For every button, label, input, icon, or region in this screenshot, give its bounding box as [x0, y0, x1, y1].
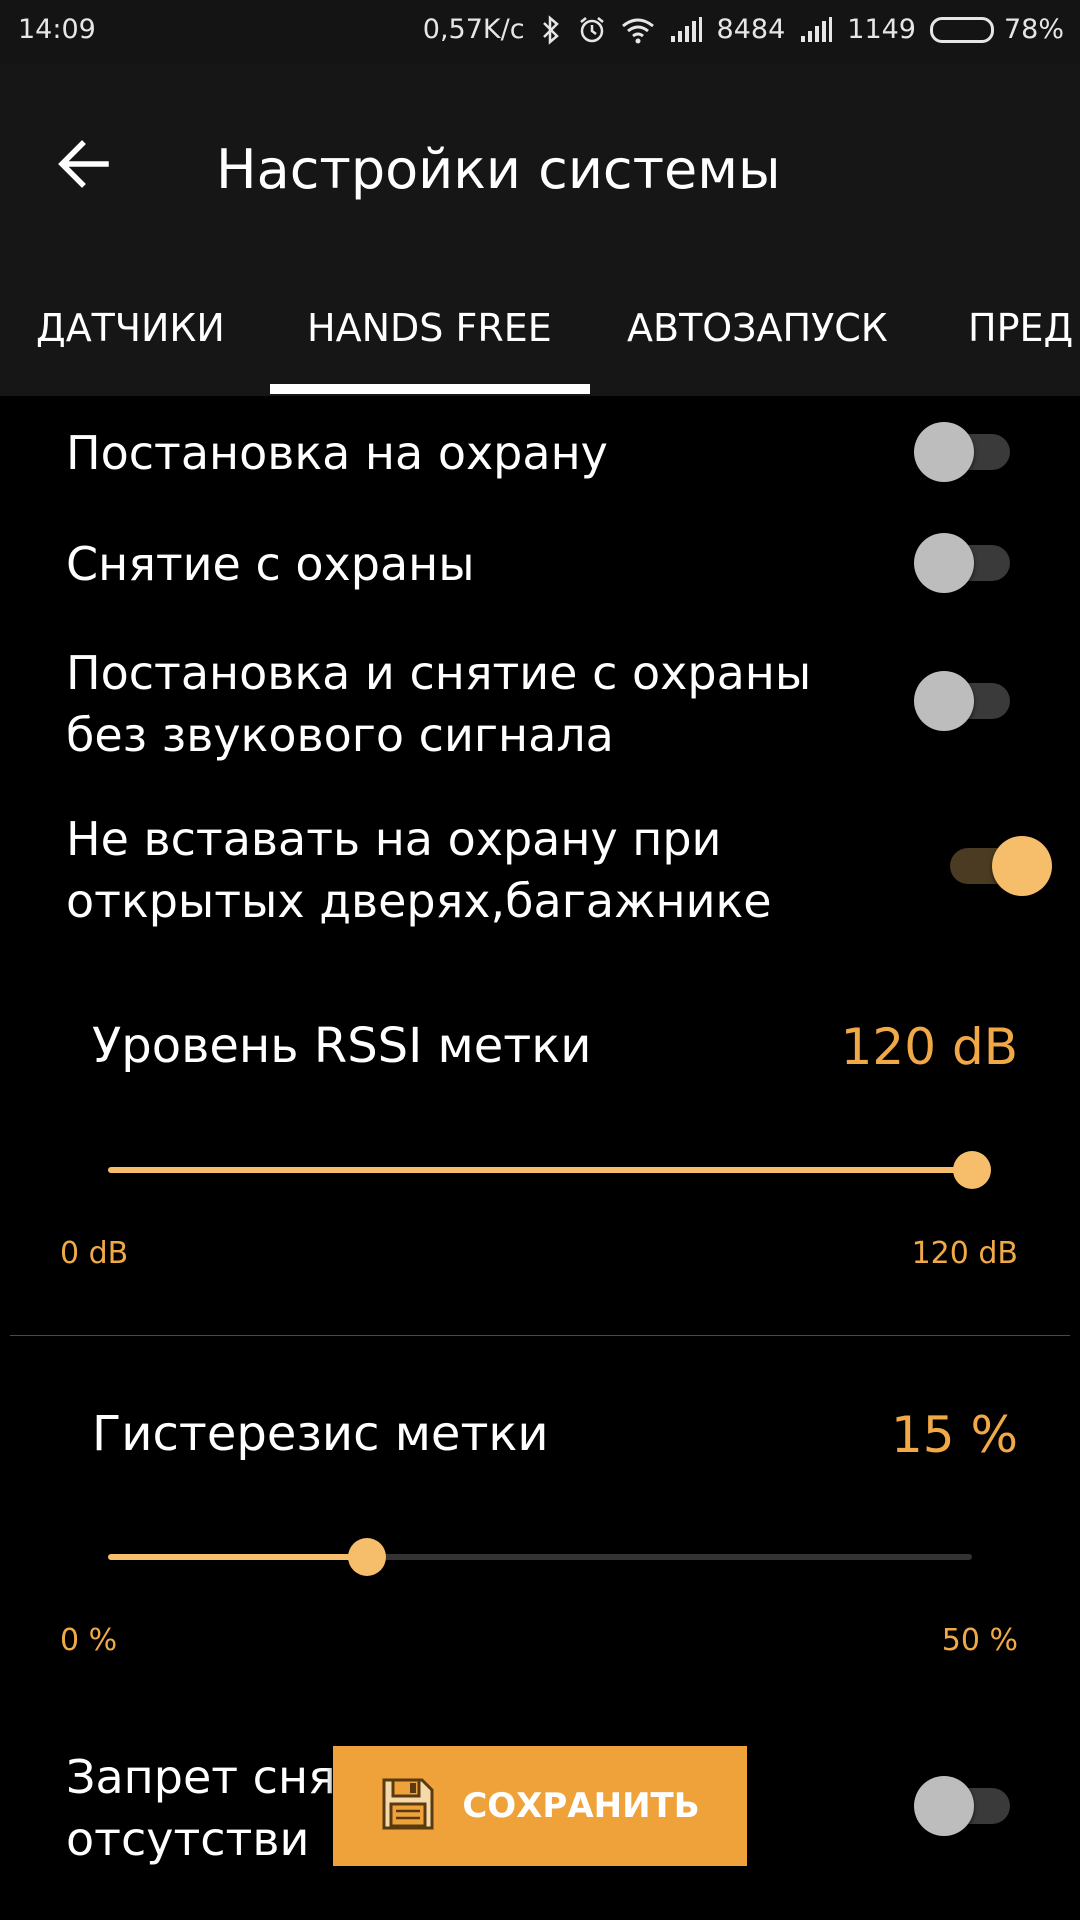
network-speed: 0,57K/c — [422, 14, 525, 45]
slider-thumb[interactable] — [953, 1151, 991, 1189]
wifi-icon — [621, 16, 655, 44]
sim2-value: 1149 — [847, 14, 916, 45]
tab-hands-free[interactable]: HANDS FREE — [307, 306, 552, 350]
slider-fill — [108, 1554, 368, 1560]
sim1-value: 8484 — [716, 14, 786, 45]
battery-icon — [929, 16, 994, 43]
setting-label: Снятие с охраны — [66, 537, 475, 591]
floppy-disk-icon — [380, 1776, 436, 1836]
hysteresis-slider[interactable] — [108, 1538, 972, 1576]
alarm-icon — [577, 15, 607, 45]
slider-fill — [108, 1167, 972, 1173]
status-bar: 14:09 0,57K/c 8484 1149 78% — [0, 0, 1080, 64]
bluetooth-icon — [539, 14, 563, 45]
battery-indicator: 78% — [929, 14, 1064, 45]
toggle-knob — [914, 1776, 974, 1836]
rssi-min-label: 0 dB — [60, 1236, 129, 1271]
setting-disarm: Снятие с охраны — [66, 533, 1016, 595]
tab-pred[interactable]: ПРЕД — [968, 306, 1073, 350]
toggle-knob — [914, 671, 974, 731]
setting-arm: Постановка на охрану — [66, 422, 1016, 484]
page-title: Настройки системы — [216, 138, 781, 201]
toggle-knob — [992, 836, 1052, 896]
battery-percent: 78% — [1003, 14, 1064, 45]
save-button-label: СОХРАНИТЬ — [462, 1786, 700, 1826]
rssi-slider[interactable] — [108, 1151, 991, 1189]
tab-autostart[interactable]: АВТОЗАПУСК — [627, 306, 888, 350]
toggle-knob — [914, 422, 974, 482]
signal-icon — [799, 16, 833, 44]
tab-indicator — [270, 384, 590, 394]
setting-silent: Постановка и снятие с охраны без звуково… — [66, 642, 1016, 766]
slider-thumb[interactable] — [348, 1538, 387, 1576]
rssi-title: Уровень RSSI метки — [92, 1018, 592, 1074]
setting-no-arm-doors: Не вставать на охрану при открытых дверя… — [66, 808, 1016, 932]
status-time: 14:09 — [18, 14, 96, 45]
tab-bar: ДАТЧИКИ HANDS FREE АВТОЗАПУСК ПРЕД — [0, 272, 1080, 396]
divider — [10, 1335, 1070, 1336]
setting-label: Не вставать на охрану при открытых дверя… — [66, 812, 772, 928]
arrow-left-icon[interactable] — [52, 132, 116, 196]
setting-label: Постановка на охрану — [66, 426, 608, 480]
rssi-max-label: 120 dB — [911, 1236, 1018, 1271]
hysteresis-max-label: 50 % — [941, 1623, 1018, 1658]
setting-label-line2: отсутстви — [66, 1812, 310, 1866]
setting-label: Постановка и снятие с охраны без звуково… — [66, 646, 812, 762]
app-bar: Настройки системы — [0, 64, 1080, 272]
rssi-value: 120 dB — [840, 1018, 1018, 1076]
toggle-knob — [914, 533, 974, 593]
status-right: 0,57K/c 8484 1149 78% — [423, 14, 1064, 45]
tab-sensors[interactable]: ДАТЧИКИ — [36, 306, 225, 350]
hysteresis-title: Гистерезис метки — [92, 1406, 549, 1462]
signal-icon — [669, 16, 703, 44]
toggle-arm[interactable] — [914, 422, 1014, 482]
toggle-silent[interactable] — [914, 671, 1014, 731]
toggle-no-arm-doors[interactable] — [936, 836, 1052, 896]
hysteresis-value: 15 % — [890, 1406, 1018, 1464]
save-button[interactable]: СОХРАНИТЬ — [333, 1746, 747, 1866]
hysteresis-min-label: 0 % — [60, 1623, 118, 1658]
toggle-disarm-ban[interactable] — [914, 1776, 1014, 1836]
toggle-disarm[interactable] — [914, 533, 1014, 593]
